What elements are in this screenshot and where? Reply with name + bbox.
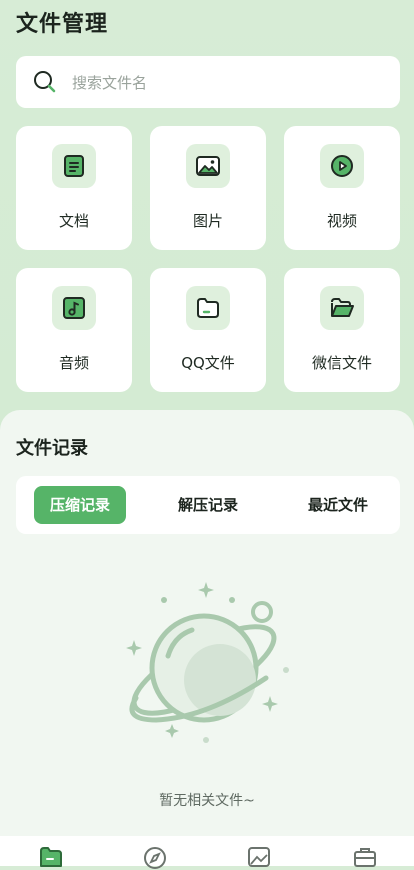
category-documents[interactable]: 文档: [16, 126, 132, 250]
image-icon: [196, 156, 220, 176]
gallery-icon[interactable]: [246, 844, 272, 870]
category-videos[interactable]: 视频: [284, 126, 400, 250]
category-audio[interactable]: 音频: [16, 268, 132, 392]
category-label: 音频: [58, 354, 89, 372]
empty-planet-illustration: [126, 582, 289, 743]
files-icon[interactable]: [38, 844, 64, 870]
records-title: 文件记录: [16, 438, 88, 459]
search-bar[interactable]: 搜索文件名: [16, 56, 400, 108]
category-label: 文档: [58, 212, 89, 230]
bottom-navigation: [0, 836, 414, 869]
compass-icon[interactable]: [142, 844, 168, 870]
open-folder-icon: [331, 298, 354, 317]
category-images[interactable]: 图片: [150, 126, 266, 250]
search-icon: [34, 71, 56, 93]
video-play-icon: [331, 155, 353, 177]
empty-state-text: 暂无相关文件~: [159, 793, 255, 809]
category-label: QQ文件: [181, 354, 235, 372]
file-records-panel: 文件记录 压缩记录 解压记录 最近文件 暂无相关文件~: [0, 410, 414, 866]
audio-note-icon: [63, 297, 85, 319]
category-label: 视频: [326, 212, 357, 230]
document-icon: [64, 155, 84, 177]
records-tab-bar: 压缩记录 解压记录 最近文件: [16, 476, 400, 534]
category-wechat-files[interactable]: 微信文件: [284, 268, 400, 392]
category-qq-files[interactable]: QQ文件: [150, 268, 266, 392]
tab-recent-files[interactable]: 最近文件: [292, 486, 384, 524]
search-input[interactable]: 搜索文件名: [72, 72, 147, 93]
folder-icon: [197, 298, 219, 318]
page-title: 文件管理: [16, 12, 109, 37]
tab-extraction-records[interactable]: 解压记录: [162, 486, 254, 524]
category-label: 微信文件: [311, 354, 372, 372]
toolbox-icon[interactable]: [352, 844, 378, 870]
category-label: 图片: [192, 212, 223, 230]
tab-compression-records[interactable]: 压缩记录: [34, 486, 126, 524]
